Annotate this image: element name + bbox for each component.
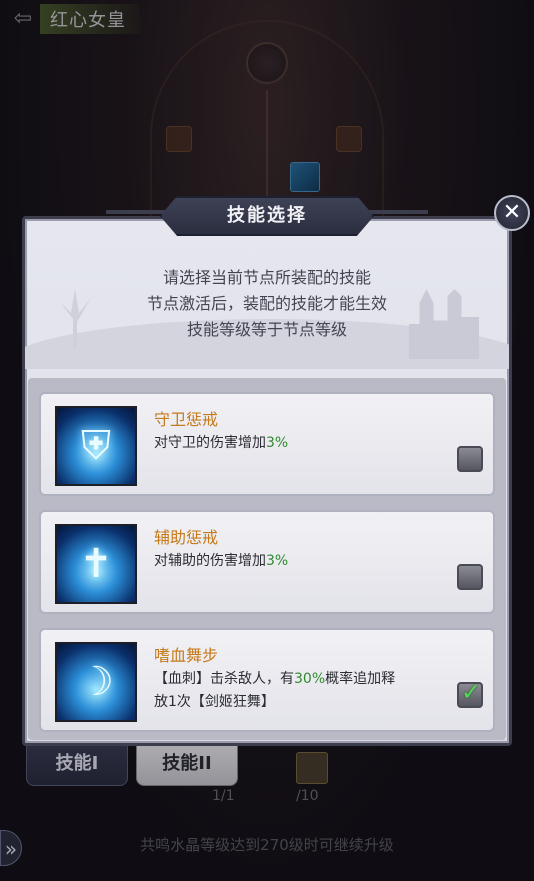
close-icon: ✕ [502, 200, 522, 225]
skill-description: 对辅助的伤害增加3% [154, 553, 289, 569]
skill-checkbox-checked[interactable]: ✓ [457, 678, 483, 708]
shield-burst-icon: ⛨ [55, 406, 137, 486]
skill-option[interactable]: ☽ 嗜血舞步 【血刺】击杀敌人，有30%概率追加释 放1次【剑姬狂舞】 ✓ [39, 628, 495, 732]
dialog-desc-line: 技能等级等于节点等级 [186, 320, 347, 339]
skill-option[interactable]: ⛨ 守卫惩戒 对守卫的伤害增加3% [39, 392, 495, 496]
skill-checkbox[interactable] [457, 564, 483, 590]
dialog-desc-line: 请选择当前节点所装配的技能 [162, 268, 371, 287]
skill-option[interactable]: ✝ 辅助惩戒 对辅助的伤害增加3% [39, 510, 495, 614]
close-button[interactable]: ✕ [494, 195, 530, 231]
skill-name: 辅助惩戒 [154, 528, 219, 547]
skill-description: 对守卫的伤害增加3% [154, 435, 289, 451]
dialog-desc-line: 节点激活后，装配的技能才能生效 [146, 294, 387, 313]
banner-wing-right [368, 210, 428, 214]
cross-burst-icon: ✝ [55, 524, 137, 604]
skill-checkbox[interactable] [457, 446, 483, 472]
check-icon: ✓ [461, 678, 482, 706]
skill-name: 嗜血舞步 [154, 646, 219, 665]
dancer-icon: ☽ [55, 642, 137, 722]
banner-wing-left [106, 210, 166, 214]
skill-description: 【血刺】击杀敌人，有30%概率追加释 放1次【剑姬狂舞】 [154, 671, 396, 710]
dialog-title: 技能选择 [227, 205, 307, 226]
skill-name: 守卫惩戒 [154, 410, 219, 429]
